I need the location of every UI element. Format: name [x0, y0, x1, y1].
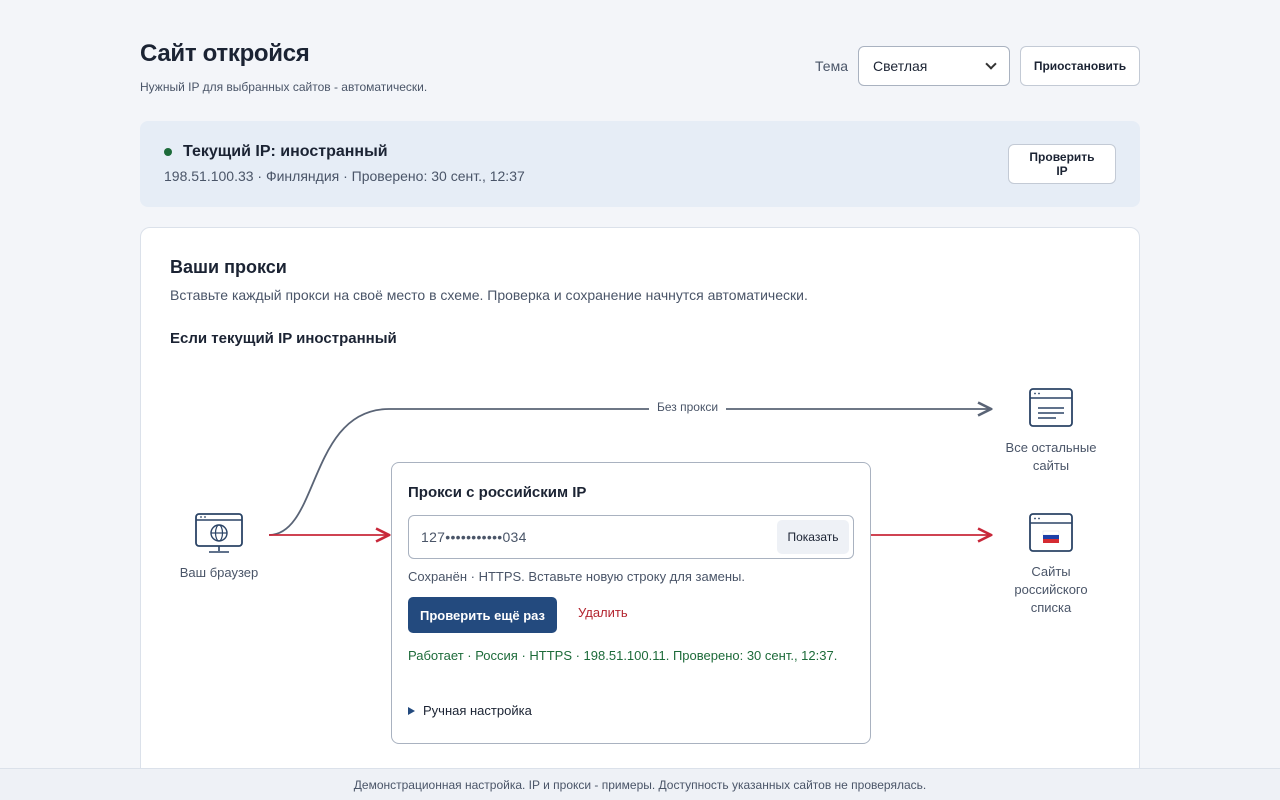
other-sites-label-line: Все остальные [1005, 440, 1097, 455]
ru-proxy-value: 127•••••••••••034 [421, 529, 527, 545]
ru-proxy-title: Прокси с российским IP [408, 484, 587, 501]
ip-title-row: Текущий IP: иностранный [164, 143, 388, 161]
ru-sites-label-line: списка [1030, 600, 1072, 615]
recheck-proxy-button[interactable]: Проверить ещё раз [408, 597, 557, 633]
other-sites-label-line: сайты [1032, 458, 1070, 473]
expand-triangle-icon [408, 706, 415, 715]
browser-label: Ваш браузер [179, 565, 259, 580]
current-ip-banner: Текущий IP: иностранный 198.51.100.33 · … [140, 121, 1140, 207]
ru-proxy-input[interactable]: 127•••••••••••034 Показать [408, 515, 854, 559]
footer-note: Демонстрационная настройка. IP и прокси … [0, 768, 1280, 800]
check-ip-button[interactable]: Проверить IP [1008, 144, 1116, 184]
theme-select[interactable]: Светлая [858, 46, 1010, 86]
russia-flag-icon [1042, 530, 1060, 543]
ru-sites-label: Сайты российского списка [991, 563, 1111, 617]
page-header: Сайт откройся Нужный IP для выбранных са… [140, 40, 1140, 100]
ru-proxy-saved-note: Сохранён · HTTPS. Вставьте новую строку … [408, 569, 745, 584]
chevron-down-icon [985, 58, 997, 70]
other-sites-label: Все остальные сайты [991, 439, 1111, 475]
manual-settings-label: Ручная настройка [423, 703, 532, 718]
show-proxy-button[interactable]: Показать [777, 520, 849, 554]
no-proxy-label: Без прокси [649, 400, 727, 414]
manual-settings-toggle[interactable]: Ручная настройка [408, 703, 532, 718]
delete-proxy-button[interactable]: Удалить [578, 605, 628, 620]
pause-button[interactable]: Приостановить [1020, 46, 1140, 86]
theme-label: Тема [815, 58, 848, 74]
theme-select-value: Светлая [873, 58, 928, 74]
ru-sites-label-line: Сайты [1031, 564, 1071, 579]
status-dot-icon [164, 148, 172, 156]
current-ip-title: Текущий IP: иностранный [183, 143, 388, 160]
other-sites-window-icon [1029, 388, 1073, 427]
proxies-card: Ваши прокси Вставьте каждый прокси на св… [140, 227, 1140, 800]
browser-monitor-icon [195, 513, 243, 553]
ru-sites-label-line: российского [1014, 582, 1088, 597]
ru-proxy-status: Работает · Россия · HTTPS · 198.51.100.1… [408, 648, 838, 663]
ru-proxy-panel: Прокси с российским IP 127•••••••••••034… [391, 462, 871, 744]
ru-sites-window-icon [1029, 513, 1073, 552]
header-controls: Тема Светлая Приостановить [815, 46, 1140, 86]
current-ip-details: 198.51.100.33 · Финляндия · Проверено: 3… [164, 168, 525, 184]
